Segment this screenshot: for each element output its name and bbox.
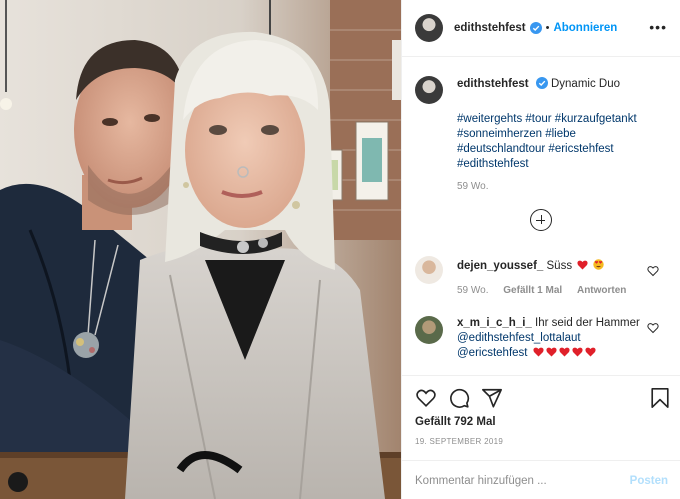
commenter-username[interactable]: x_m_i_c_h_i_ <box>457 317 532 329</box>
comment-input[interactable] <box>415 474 630 487</box>
post-photo[interactable] <box>0 0 401 499</box>
verified-badge-icon <box>529 22 542 34</box>
hashtag-line[interactable]: #deutschlandtour #ericstehfest <box>457 142 671 157</box>
heart-icon[interactable] <box>415 387 437 409</box>
comment-likes[interactable]: Gefällt 1 Mal <box>503 285 562 296</box>
post-header: edithstehfest • Abonnieren ••• <box>402 0 680 57</box>
share-icon[interactable] <box>481 387 503 409</box>
plus-circle-icon[interactable] <box>530 209 552 231</box>
hearts-emoji-icon <box>531 347 596 359</box>
comment-mention[interactable]: @edithstehfest_lottalaut <box>457 331 640 346</box>
post-actions: Gefällt 792 Mal 19. SEPTEMBER 2019 Poste… <box>402 375 680 499</box>
commenter-avatar[interactable] <box>415 316 443 344</box>
likes-count[interactable]: Gefällt 792 Mal <box>415 416 496 428</box>
follow-button[interactable]: Abonnieren <box>553 22 617 34</box>
commenter-avatar[interactable] <box>415 256 443 284</box>
commenter-username[interactable]: dejen_youssef_ <box>457 260 543 272</box>
caption-time: 59 Wo. <box>457 181 489 192</box>
header-separator: • <box>545 22 550 34</box>
verified-badge-icon <box>535 77 548 89</box>
caption-username[interactable]: edithstehfest <box>457 78 529 90</box>
comment-like-heart-icon[interactable] <box>647 265 659 277</box>
photo-illustration <box>0 0 401 499</box>
more-icon[interactable]: ••• <box>649 20 667 34</box>
hashtag-line[interactable]: #edithstehfest <box>457 157 671 172</box>
action-icons <box>415 387 671 411</box>
comment-item: dejen_youssef_ Süss <box>415 256 671 284</box>
comment-meta: 59 Wo. Gefällt 1 Mal Antworten <box>457 285 638 296</box>
post-comment-button[interactable]: Posten <box>630 475 668 487</box>
hashtag-line[interactable]: #weitergehts #tour #kurzaufgetankt <box>457 112 671 127</box>
comment-like-heart-icon[interactable] <box>647 322 659 334</box>
caption-hashtags[interactable]: #weitergehts #tour #kurzaufgetankt #sonn… <box>457 112 671 172</box>
comment-mention[interactable]: @ericstehfest <box>457 347 527 359</box>
post-caption: edithstehfest Dynamic Duo #weitergehts #… <box>415 76 671 192</box>
comment-item: x_m_i_c_h_i_ Ihr seid der Hammer @ediths… <box>415 316 671 361</box>
bookmark-icon[interactable] <box>650 387 670 409</box>
red-heart-emoji-icon <box>577 260 588 270</box>
caption-text: Dynamic Duo <box>550 78 621 90</box>
author-avatar[interactable] <box>415 14 443 42</box>
heart-eyes-emoji-icon <box>593 259 605 270</box>
caption-avatar[interactable] <box>415 76 443 104</box>
post-date: 19. SEPTEMBER 2019 <box>415 437 504 446</box>
hashtag-line[interactable]: #sonneimherzen #liebe <box>457 127 671 142</box>
post-detail-panel: edithstehfest • Abonnieren ••• edithsteh… <box>401 0 680 499</box>
reply-button[interactable]: Antworten <box>577 285 626 296</box>
comment-text: Ihr seid der Hammer <box>535 317 640 329</box>
add-comment-bar: Posten <box>402 460 680 499</box>
comment-icon[interactable] <box>448 387 470 409</box>
comment-text: Süss <box>546 260 573 272</box>
author-username[interactable]: edithstehfest <box>454 22 526 34</box>
comment-time: 59 Wo. <box>457 285 489 296</box>
